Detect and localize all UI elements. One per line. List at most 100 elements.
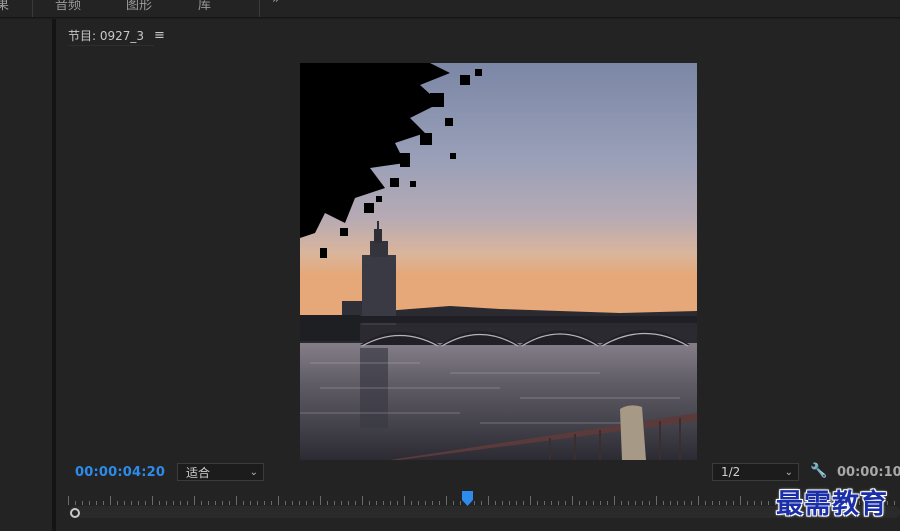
ruler-tick — [229, 501, 230, 505]
ruler-tick — [313, 501, 314, 505]
ruler-tick — [593, 501, 594, 505]
ruler-tick — [404, 496, 405, 505]
ruler-tick — [68, 496, 69, 505]
ruler-tick — [621, 501, 622, 505]
ruler-tick — [159, 501, 160, 505]
ruler-tick — [677, 501, 678, 505]
ruler-tick — [103, 501, 104, 505]
tab-effects[interactable]: 果 — [0, 0, 9, 13]
ruler-tick — [446, 496, 447, 505]
zoom-level-dropdown[interactable]: 适合 ⌄ — [177, 463, 264, 481]
ruler-tick — [754, 501, 755, 505]
ruler-tick — [299, 501, 300, 505]
ruler-tick — [761, 501, 762, 505]
ruler-tick — [495, 501, 496, 505]
video-preview[interactable] — [300, 63, 697, 460]
ruler-tick — [719, 501, 720, 505]
ruler-tick — [544, 501, 545, 505]
ruler-tick — [75, 501, 76, 505]
program-monitor-panel: 节目: 0927_3 ≡ 00:00:04:20 适合 ⌄ 1/2 ⌄ 🔧 00… — [56, 19, 900, 531]
ruler-tick — [110, 496, 111, 505]
tab-graphics[interactable]: 图形 — [126, 0, 152, 13]
playhead-icon[interactable] — [462, 491, 474, 506]
ruler-tick — [411, 501, 412, 505]
video-frame-image — [300, 63, 697, 460]
ruler-tick — [509, 501, 510, 505]
ruler-tick — [712, 501, 713, 505]
ruler-tick — [285, 501, 286, 505]
left-panel — [0, 19, 52, 531]
ruler-tick — [481, 501, 482, 505]
ruler-tick — [362, 496, 363, 505]
ruler-tick — [180, 501, 181, 505]
ruler-tick — [628, 501, 629, 505]
header-divider — [68, 45, 154, 46]
settings-wrench-icon[interactable]: 🔧 — [810, 463, 827, 479]
ruler-tick — [390, 501, 391, 505]
ruler-tick — [691, 501, 692, 505]
tab-audio[interactable]: 音频 — [55, 0, 81, 13]
panel-menu-icon[interactable]: ≡ — [154, 29, 165, 42]
ruler-tick — [642, 501, 643, 505]
tab-separator — [259, 0, 260, 17]
ruler-tick — [586, 501, 587, 505]
ruler-tick — [614, 496, 615, 505]
top-panel-tabs-bar: 果 音频 图形 库 » — [0, 0, 900, 18]
ruler-tick — [530, 496, 531, 505]
zoom-handle[interactable] — [70, 508, 80, 518]
ruler-tick — [502, 501, 503, 505]
ruler-tick — [222, 501, 223, 505]
more-panels-icon[interactable]: » — [272, 0, 280, 7]
ruler-tick — [747, 501, 748, 505]
ruler-tick — [306, 501, 307, 505]
ruler-tick — [656, 496, 657, 505]
panel-title[interactable]: 节目: 0927_3 — [68, 27, 144, 44]
ruler-tick — [278, 496, 279, 505]
ruler-tick — [684, 501, 685, 505]
ruler-tick — [96, 501, 97, 505]
ruler-tick — [334, 501, 335, 505]
ruler-tick — [271, 501, 272, 505]
ruler-tick — [376, 501, 377, 505]
ruler-tick — [320, 496, 321, 505]
ruler-tick — [439, 501, 440, 505]
ruler-tick — [138, 501, 139, 505]
ruler-tick — [726, 501, 727, 505]
ruler-tick — [488, 496, 489, 505]
ruler-tick — [173, 501, 174, 505]
ruler-tick — [89, 501, 90, 505]
tab-separator — [32, 0, 33, 17]
ruler-tick — [733, 501, 734, 505]
playback-resolution-dropdown[interactable]: 1/2 ⌄ — [712, 463, 799, 481]
ruler-tick — [670, 501, 671, 505]
ruler-tick — [82, 501, 83, 505]
ruler-tick — [117, 501, 118, 505]
ruler-tick — [257, 501, 258, 505]
tab-libraries[interactable]: 库 — [198, 0, 211, 13]
current-timecode[interactable]: 00:00:04:20 — [75, 465, 165, 480]
ruler-tick — [740, 496, 741, 505]
ruler-tick — [145, 501, 146, 505]
ruler-tick — [460, 501, 461, 505]
chevron-down-icon: ⌄ — [784, 467, 793, 478]
ruler-tick — [187, 501, 188, 505]
ruler-tick — [453, 501, 454, 505]
ruler-tick — [418, 501, 419, 505]
ruler-tick — [236, 496, 237, 505]
ruler-tick — [215, 501, 216, 505]
ruler-tick — [558, 501, 559, 505]
ruler-tick — [705, 501, 706, 505]
ruler-tick — [572, 496, 573, 505]
ruler-tick — [152, 496, 153, 505]
ruler-tick — [243, 501, 244, 505]
ruler-tick — [474, 501, 475, 505]
panel-header: 节目: 0927_3 ≡ — [68, 27, 165, 43]
ruler-tick — [579, 501, 580, 505]
ruler-tick — [698, 496, 699, 505]
ruler-tick — [327, 501, 328, 505]
ruler-tick — [369, 501, 370, 505]
ruler-tick — [355, 501, 356, 505]
ruler-tick — [292, 501, 293, 505]
ruler-tick — [397, 501, 398, 505]
ruler-tick — [264, 501, 265, 505]
